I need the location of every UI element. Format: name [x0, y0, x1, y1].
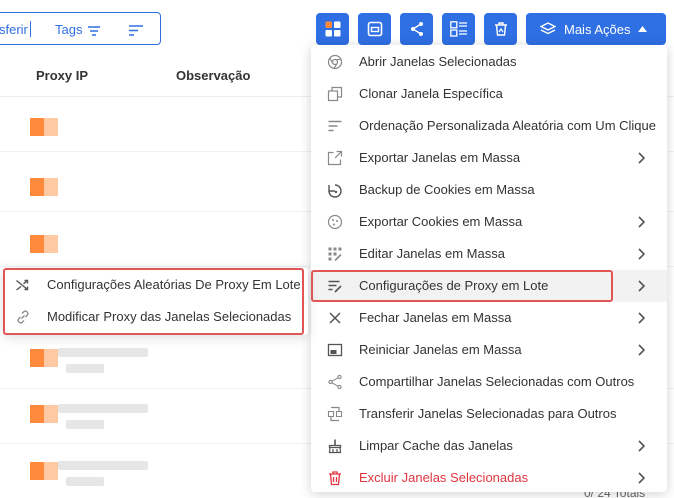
menu-item-label: Ordenação Personalizada Aleatória com Um…	[359, 118, 656, 133]
save-icon	[367, 21, 382, 37]
menu-item-export-cookies[interactable]: Exportar Cookies em Massa	[311, 206, 667, 238]
chevron-right-icon	[638, 152, 646, 164]
filter-group: sferir Tags	[0, 12, 161, 45]
more-actions-button[interactable]: Mais Ações	[526, 13, 666, 45]
column-header-observation[interactable]: Observação	[176, 68, 250, 83]
share-button[interactable]	[400, 13, 433, 45]
chevron-right-icon	[638, 248, 646, 260]
menu-item-label: Limpar Cache das Janelas	[359, 438, 513, 453]
blurred-ip	[58, 404, 148, 413]
filter-lines-icon	[88, 25, 101, 36]
recycle-bin-button[interactable]	[484, 13, 517, 45]
sort-lines-icon	[328, 120, 342, 132]
menu-item-open-selected[interactable]: Abrir Janelas Selecionadas	[311, 46, 667, 78]
country-flag-icon	[30, 235, 58, 253]
menu-item-transfer-windows[interactable]: Transferir Janelas Selecionadas para Out…	[311, 398, 667, 430]
menu-item-label: Editar Janelas em Massa	[359, 246, 505, 261]
share-icon	[410, 22, 423, 36]
chevron-right-icon	[638, 280, 646, 292]
list-view-icon	[449, 21, 467, 37]
divider	[30, 21, 31, 37]
chevron-right-icon	[638, 440, 646, 452]
menu-item-edit-windows[interactable]: Editar Janelas em Massa	[311, 238, 667, 270]
menu-item-label: Backup de Cookies em Massa	[359, 182, 535, 197]
blurred-ip	[66, 364, 104, 373]
country-flag-icon	[30, 405, 58, 423]
transfer-filter-label[interactable]: sferir	[0, 22, 28, 37]
recycle-bin-icon	[494, 22, 507, 36]
country-flag-icon	[30, 178, 58, 196]
chrome-icon	[327, 54, 343, 70]
menu-item-export-windows[interactable]: Exportar Janelas em Massa	[311, 142, 667, 174]
layers-icon	[540, 22, 556, 35]
page: sferir Tags Mais Ações Proxy IP Observaç…	[0, 0, 674, 498]
clone-icon	[327, 86, 343, 102]
menu-item-label: Fechar Janelas em Massa	[359, 310, 512, 325]
menu-item-label: Reiniciar Janelas em Massa	[359, 342, 522, 357]
menu-item-label: Abrir Janelas Selecionadas	[359, 54, 517, 69]
menu-item-delete-selected[interactable]: Excluir Janelas Selecionadas	[311, 462, 667, 494]
more-actions-label: Mais Ações	[564, 21, 631, 37]
highlight-box	[311, 270, 613, 302]
menu-item-label: Exportar Janelas em Massa	[359, 150, 521, 165]
layout-grid-icon	[325, 21, 340, 37]
list-view-button[interactable]	[442, 13, 475, 45]
menu-item-label: Excluir Janelas Selecionadas	[359, 470, 529, 485]
blurred-ip	[58, 461, 148, 470]
country-flag-icon	[30, 118, 58, 136]
tags-label: Tags	[55, 22, 83, 37]
save-button[interactable]	[358, 13, 391, 45]
menu-item-label: Clonar Janela Específica	[359, 86, 503, 101]
layout-button[interactable]	[316, 13, 349, 45]
more-actions-menu: Abrir Janelas Selecionadas Clonar Janela…	[311, 45, 667, 492]
highlight-box	[3, 268, 304, 335]
menu-item-backup-cookies[interactable]: Backup de Cookies em Massa	[311, 174, 667, 206]
tags-filter-button[interactable]: Tags	[55, 22, 101, 37]
menu-item-restart-windows[interactable]: Reiniciar Janelas em Massa	[311, 334, 667, 366]
trash-icon	[329, 471, 341, 486]
transfer-icon	[327, 406, 343, 422]
share-icon	[328, 374, 342, 390]
sort-button[interactable]	[129, 23, 143, 41]
column-header-proxy-ip[interactable]: Proxy IP	[36, 68, 88, 83]
chevron-right-icon	[638, 344, 646, 356]
close-icon	[329, 312, 341, 324]
menu-item-share-windows[interactable]: Compartilhar Janelas Selecionadas com Ou…	[311, 366, 667, 398]
cookie-icon	[327, 214, 343, 230]
chevron-right-icon	[638, 216, 646, 228]
menu-item-close-windows[interactable]: Fechar Janelas em Massa	[311, 302, 667, 334]
menu-item-label: Transferir Janelas Selecionadas para Out…	[359, 406, 617, 421]
restart-icon	[327, 343, 343, 357]
country-flag-icon	[30, 349, 58, 367]
menu-item-random-sort[interactable]: Ordenação Personalizada Aleatória com Um…	[311, 110, 667, 142]
menu-item-label: Exportar Cookies em Massa	[359, 214, 523, 229]
cookie-backup-icon	[328, 184, 342, 198]
country-flag-icon	[30, 462, 58, 480]
blurred-ip	[66, 420, 104, 429]
sort-lines-icon	[129, 25, 143, 36]
chevron-right-icon	[638, 312, 646, 324]
blurred-ip	[66, 477, 104, 486]
blurred-ip	[58, 348, 148, 357]
edit-grid-icon	[328, 247, 342, 262]
broom-icon	[328, 439, 342, 454]
export-icon	[327, 150, 343, 166]
caret-up-icon	[638, 26, 648, 32]
menu-item-clear-cache[interactable]: Limpar Cache das Janelas	[311, 430, 667, 462]
chevron-right-icon	[638, 472, 646, 484]
menu-item-clone-window[interactable]: Clonar Janela Específica	[311, 78, 667, 110]
menu-item-label: Compartilhar Janelas Selecionadas com Ou…	[359, 374, 635, 389]
